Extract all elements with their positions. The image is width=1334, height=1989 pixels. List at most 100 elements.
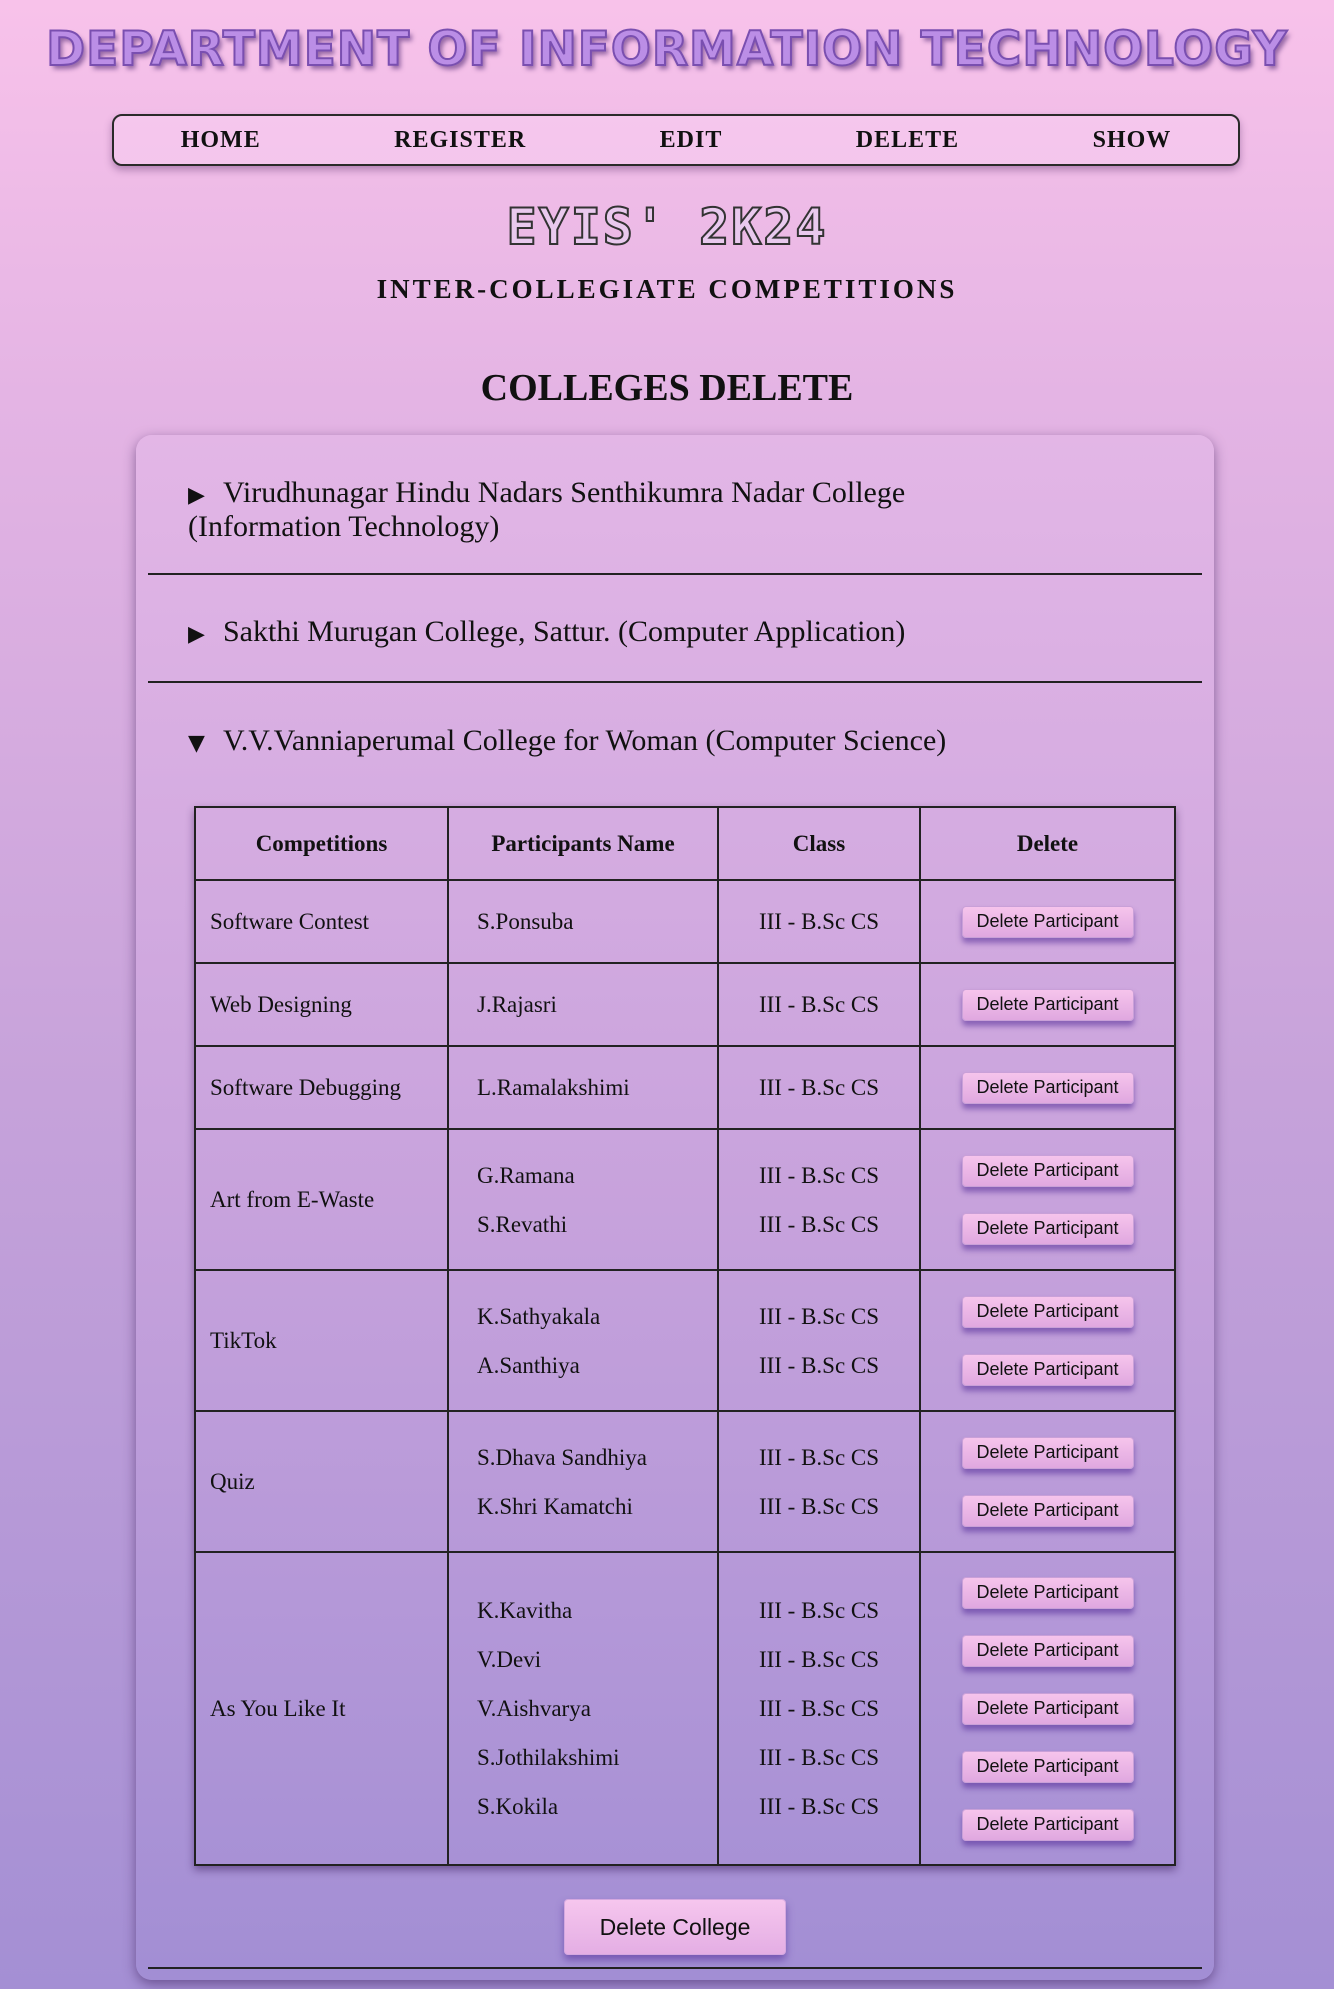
delete-participant-button[interactable]: Delete Participant: [961, 1750, 1134, 1783]
table-row: TikTok K.Sathyakala A.Santhiya III - B.Sc C…: [194, 1269, 1176, 1412]
college-name: V.V.Vanniaperumal College for Woman (Com…: [223, 724, 947, 757]
class-cell: III - B.Sc CS III - B.Sc CS: [717, 1269, 921, 1412]
nav-home[interactable]: HOME: [163, 123, 279, 158]
delete-participant-button[interactable]: Delete Participant: [961, 1353, 1134, 1386]
college-name: Sakthi Murugan College, Sattur. (Compute…: [223, 615, 906, 648]
delete-participant-button[interactable]: Delete Participant: [961, 1212, 1134, 1245]
delete-participant-wrapper: Delete Participant: [922, 1680, 1173, 1738]
nav-edit[interactable]: EDIT: [642, 123, 741, 158]
competition-name: Quiz: [194, 1410, 449, 1553]
delete-participant-wrapper: Delete Participant: [922, 1142, 1173, 1200]
delete-participant-wrapper: Delete Participant: [922, 1200, 1173, 1258]
delete-participant-wrapper: Delete Participant: [922, 893, 1173, 951]
participant-class: III - B.Sc CS: [758, 1211, 880, 1237]
nav-register[interactable]: REGISTER: [376, 123, 544, 158]
divider: [148, 1967, 1202, 1969]
participant-name: K.Shri Kamatchi: [477, 1493, 633, 1519]
participants-table: Competitions Participants Name Class Del…: [194, 806, 1176, 1866]
nav-show[interactable]: SHOW: [1075, 123, 1190, 158]
participant-name: K.Sathyakala: [477, 1303, 601, 1329]
delete-participant-button[interactable]: Delete Participant: [961, 1576, 1134, 1609]
college-summary-vhnsn[interactable]: ▶ Virudhunagar Hindu Nadars Senthikumra N…: [188, 477, 1088, 542]
delete-cell: Delete Participant: [919, 879, 1176, 964]
class-cell: III - B.Sc CS III - B.Sc CS: [717, 1128, 921, 1271]
participant-names-cell: K.Kavitha V.Devi V.Aishvarya S.Jothilakshim…: [447, 1551, 719, 1866]
site-title: DEPARTMENT OF INFORMATION TECHNOLOGY: [45, 21, 1288, 78]
delete-participant-wrapper: Delete Participant: [922, 1059, 1173, 1117]
competition-name: Art from E-Waste: [194, 1128, 449, 1271]
delete-participant-button[interactable]: Delete Participant: [961, 1154, 1134, 1187]
table-row: Art from E-Waste G.Ramana S.Revathi III - B…: [194, 1128, 1176, 1271]
delete-participant-button[interactable]: Delete Participant: [961, 1071, 1134, 1104]
participant-class: III - B.Sc CS: [758, 1696, 880, 1721]
table-row: Software Contest S.Ponsuba III - B.Sc CS De…: [194, 879, 1176, 964]
divider: [148, 573, 1202, 575]
delete-cell: Delete Participant Delete Participant Dele…: [919, 1551, 1176, 1866]
participant-class: III - B.Sc CS: [758, 1444, 880, 1470]
participant-name: S.Jothilakshimi: [477, 1745, 620, 1770]
colleges-panel: ▶ Virudhunagar Hindu Nadars Senthikumra N…: [136, 435, 1214, 1980]
class-cell: III - B.Sc CS III - B.Sc CS: [717, 1410, 921, 1553]
delete-participant-button[interactable]: Delete Participant: [961, 1692, 1134, 1725]
participant-names-cell: J.Rajasri: [447, 962, 719, 1047]
event-title: EYIS' 2K24: [505, 197, 828, 257]
delete-participant-button[interactable]: Delete Participant: [961, 1808, 1134, 1841]
class-cell: III - B.Sc CS: [717, 1045, 921, 1130]
column-header-class: Class: [717, 806, 921, 881]
participant-name: L.Ramalakshimi: [477, 1075, 630, 1100]
participant-class: III - B.Sc CS: [758, 1075, 880, 1100]
delete-college-button[interactable]: Delete College: [564, 1899, 786, 1955]
participant-name: S.Kokila: [477, 1794, 559, 1819]
divider: [148, 681, 1202, 683]
table-row: As You Like It K.Kavitha V.Devi V.Aishvarya…: [194, 1551, 1176, 1866]
participant-class: III - B.Sc CS: [758, 992, 880, 1017]
delete-participant-button[interactable]: Delete Participant: [961, 1295, 1134, 1328]
column-header-competitions: Competitions: [194, 806, 449, 881]
participant-names-cell: S.Dhava Sandhiya K.Shri Kamatchi: [447, 1410, 719, 1553]
participant-names-cell: L.Ramalakshimi: [447, 1045, 719, 1130]
column-header-participants: Participants Name: [447, 806, 719, 881]
participant-names-cell: K.Sathyakala A.Santhiya: [447, 1269, 719, 1412]
participant-name: G.Ramana: [477, 1162, 575, 1188]
table-header-row: Competitions Participants Name Class Del…: [194, 806, 1176, 881]
page-title: COLLEGES DELETE: [480, 367, 854, 409]
participant-class: III - B.Sc CS: [758, 909, 880, 934]
delete-participant-button[interactable]: Delete Participant: [961, 1436, 1134, 1469]
college-department: (Information Technology): [188, 510, 500, 543]
delete-participant-wrapper: Delete Participant: [922, 976, 1173, 1034]
participant-class: III - B.Sc CS: [758, 1794, 880, 1819]
college-summary-vv-vanniaperumal[interactable]: ▼ V.V.Vanniaperumal College for Woman (Co…: [188, 725, 1088, 759]
delete-participant-button[interactable]: Delete Participant: [961, 1494, 1134, 1527]
participant-name: S.Dhava Sandhiya: [477, 1444, 647, 1470]
participant-class: III - B.Sc CS: [758, 1647, 880, 1672]
delete-participant-button[interactable]: Delete Participant: [961, 905, 1134, 938]
column-header-delete: Delete: [919, 806, 1176, 881]
participant-class: III - B.Sc CS: [758, 1352, 880, 1378]
competition-name: Software Debugging: [194, 1045, 449, 1130]
nav-delete[interactable]: DELETE: [838, 123, 977, 158]
delete-participant-wrapper: Delete Participant: [922, 1341, 1173, 1399]
competition-name: As You Like It: [194, 1551, 449, 1866]
delete-participant-wrapper: Delete Participant: [922, 1482, 1173, 1540]
college-name: Virudhunagar Hindu Nadars Senthikumra Na…: [223, 476, 906, 509]
delete-participant-wrapper: Delete Participant: [922, 1796, 1173, 1854]
college-summary-sakthi-murugan[interactable]: ▶ Sakthi Murugan College, Sattur. (Comput…: [188, 616, 1088, 650]
participant-name: V.Aishvarya: [477, 1696, 591, 1721]
participant-name: J.Rajasri: [477, 992, 557, 1017]
table-row: Web Designing J.Rajasri III - B.Sc CS Delet…: [194, 962, 1176, 1047]
competition-name: TikTok: [194, 1269, 449, 1412]
participant-name: S.Revathi: [477, 1211, 568, 1237]
delete-participant-button[interactable]: Delete Participant: [961, 1634, 1134, 1667]
delete-participant-wrapper: Delete Participant: [922, 1622, 1173, 1680]
participant-name: V.Devi: [477, 1647, 542, 1672]
participant-name: S.Ponsuba: [477, 909, 574, 934]
class-cell: III - B.Sc CS: [717, 962, 921, 1047]
delete-participant-wrapper: Delete Participant: [922, 1283, 1173, 1341]
delete-participant-button[interactable]: Delete Participant: [961, 988, 1134, 1021]
delete-participant-wrapper: Delete Participant: [922, 1424, 1173, 1482]
delete-cell: Delete Participant Delete Participant: [919, 1269, 1176, 1412]
table-body: Software Contest S.Ponsuba III - B.Sc CS De…: [194, 879, 1176, 1866]
class-cell: III - B.Sc CS: [717, 879, 921, 964]
table-row: Quiz S.Dhava Sandhiya K.Shri Kamatchi III -…: [194, 1410, 1176, 1553]
table-row: Software Debugging L.Ramalakshimi III - B.…: [194, 1045, 1176, 1130]
